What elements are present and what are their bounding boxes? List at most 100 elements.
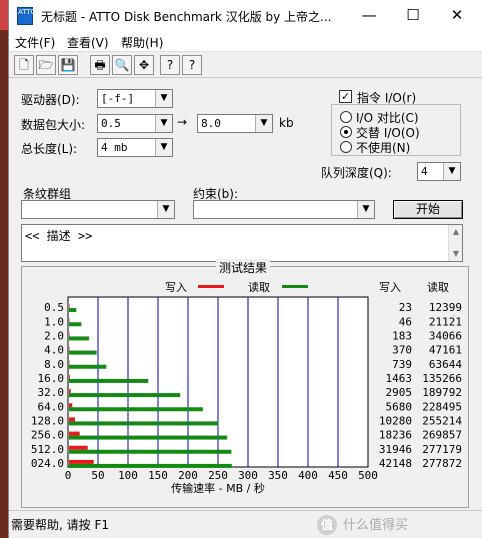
- io-none-radio[interactable]: [340, 141, 352, 153]
- menu-bar: 文件(F) 查看(V) 帮助(H): [9, 32, 482, 52]
- packet-size-from-select[interactable]: 0.5 ▼: [97, 114, 173, 133]
- x-tick-label: 500: [358, 469, 378, 482]
- maximize-button[interactable]: ☐: [391, 0, 435, 32]
- chevron-down-icon[interactable]: ▼: [155, 139, 172, 156]
- write-bar: [69, 318, 70, 323]
- read-bar: [69, 407, 203, 412]
- title-bar[interactable]: ATTO 无标题 - ATTO Disk Benchmark 汉化版 by 上帝…: [9, 0, 482, 32]
- y-tick-label: 024.0: [31, 457, 64, 470]
- y-tick-label: 32.0: [38, 386, 65, 399]
- menu-help[interactable]: 帮助(H): [121, 34, 163, 51]
- chevron-down-icon[interactable]: ▼: [357, 201, 374, 218]
- read-bar: [69, 364, 107, 369]
- read-value: 34066: [429, 329, 462, 342]
- minimize-button[interactable]: —: [347, 0, 391, 32]
- write-bar: [69, 360, 70, 365]
- drive-value: [-f-]: [101, 92, 135, 105]
- io-overlap-radio[interactable]: [340, 126, 352, 138]
- write-value: 1463: [386, 372, 413, 385]
- write-value: 5680: [386, 400, 413, 413]
- read-value: 135266: [422, 372, 462, 385]
- packet-size-label: 数据包大小:: [21, 118, 86, 132]
- io-none-label: 不使用(N): [356, 141, 411, 155]
- read-value: 12399: [429, 301, 462, 314]
- desktop-strip: [0, 0, 8, 538]
- x-tick-label: 250: [208, 469, 228, 482]
- queue-depth-select[interactable]: 4 ▼: [417, 162, 461, 181]
- y-tick-label: 16.0: [38, 372, 65, 385]
- chevron-down-icon[interactable]: ▼: [157, 201, 174, 218]
- write-value: 370: [392, 344, 412, 357]
- queue-depth-label: 队列深度(Q):: [321, 166, 392, 180]
- total-length-value: 4 mb: [101, 141, 128, 154]
- column-header-read: 读取: [427, 280, 449, 294]
- write-bar: [69, 304, 70, 309]
- description-textarea[interactable]: << 描述 >> ▲ ▼: [21, 224, 463, 262]
- status-text: 需要帮助, 请按 F1: [11, 518, 109, 532]
- write-bar: [69, 332, 70, 337]
- description-scrollbar[interactable]: ▲ ▼: [448, 225, 462, 261]
- y-tick-label: 512.0: [31, 443, 64, 456]
- menu-file[interactable]: 文件(F): [15, 34, 55, 51]
- open-icon[interactable]: 🗁: [36, 55, 56, 75]
- chevron-down-icon[interactable]: ▼: [155, 90, 172, 107]
- io-compare-radio[interactable]: [340, 111, 352, 123]
- read-bar: [69, 435, 228, 440]
- range-arrow: →: [177, 115, 188, 129]
- write-value: 42148: [379, 457, 412, 470]
- read-value: 228495: [422, 400, 462, 413]
- x-tick-label: 450: [328, 469, 348, 482]
- window-title: 无标题 - ATTO Disk Benchmark 汉化版 by 上帝之...: [41, 10, 332, 24]
- drive-select[interactable]: [-f-] ▼: [97, 89, 173, 108]
- write-value: 46: [399, 315, 412, 328]
- new-icon[interactable]: 🗋: [14, 55, 34, 75]
- packet-size-to-select[interactable]: 8.0 ▼: [197, 114, 273, 133]
- write-bar: [69, 403, 73, 408]
- read-bar: [69, 449, 232, 454]
- x-tick-label: 200: [178, 469, 198, 482]
- queue-depth-value: 4: [421, 165, 428, 178]
- write-value: 183: [392, 329, 412, 342]
- write-bar: [69, 459, 94, 464]
- legend-write-label: 写入: [165, 281, 187, 294]
- menu-view[interactable]: 查看(V): [67, 34, 109, 51]
- x-axis-label: 传输速率 - MB / 秒: [171, 481, 265, 495]
- app-window: ATTO 无标题 - ATTO Disk Benchmark 汉化版 by 上帝…: [8, 0, 482, 538]
- read-bar: [69, 350, 97, 355]
- write-bar: [69, 431, 80, 436]
- save-icon[interactable]: 💾: [58, 55, 78, 75]
- x-tick-label: 300: [238, 469, 258, 482]
- chevron-down-icon[interactable]: ▼: [443, 163, 460, 180]
- move-icon[interactable]: ✥: [134, 55, 154, 75]
- y-tick-label: 2.0: [44, 329, 64, 342]
- write-value: 18236: [379, 429, 412, 442]
- context-help-icon[interactable]: ?: [182, 55, 202, 75]
- read-bar: [69, 463, 232, 468]
- chevron-down-icon[interactable]: ▼: [255, 115, 272, 132]
- start-button[interactable]: 开始: [393, 200, 463, 219]
- toolbar: 🗋 🗁 💾 🖶 🔍 ✥ ? ?: [9, 52, 482, 78]
- results-panel: 测试结果 0 50 100 150 200 250 300 350 400 450 500 传输速率 …: [21, 259, 469, 508]
- print-icon[interactable]: 🖶: [90, 55, 110, 75]
- atto-app-icon: ATTO: [17, 7, 36, 25]
- close-button[interactable]: ✕: [435, 0, 479, 32]
- constraint-select[interactable]: ▼: [193, 200, 375, 219]
- legend-read-swatch: [282, 285, 308, 288]
- watermark-badge: 值: [317, 515, 337, 535]
- legend-write-swatch: [198, 285, 224, 288]
- x-tick-label: 100: [118, 469, 138, 482]
- scroll-down-icon[interactable]: ▼: [449, 247, 463, 261]
- x-tick-label: 150: [148, 469, 168, 482]
- help-icon[interactable]: ?: [160, 55, 180, 75]
- stripe-group-select[interactable]: ▼: [21, 200, 175, 219]
- chevron-down-icon[interactable]: ▼: [155, 115, 172, 132]
- read-bar: [69, 421, 219, 426]
- read-bar: [69, 308, 77, 313]
- total-length-select[interactable]: 4 mb ▼: [97, 138, 173, 157]
- direct-io-checkbox[interactable]: ✓: [339, 90, 352, 103]
- scroll-up-icon[interactable]: ▲: [449, 225, 463, 239]
- x-tick-label: 0: [65, 469, 72, 482]
- print-preview-icon[interactable]: 🔍: [112, 55, 132, 75]
- y-tick-label: 128.0: [31, 414, 64, 427]
- legend-read-label: 读取: [248, 280, 270, 294]
